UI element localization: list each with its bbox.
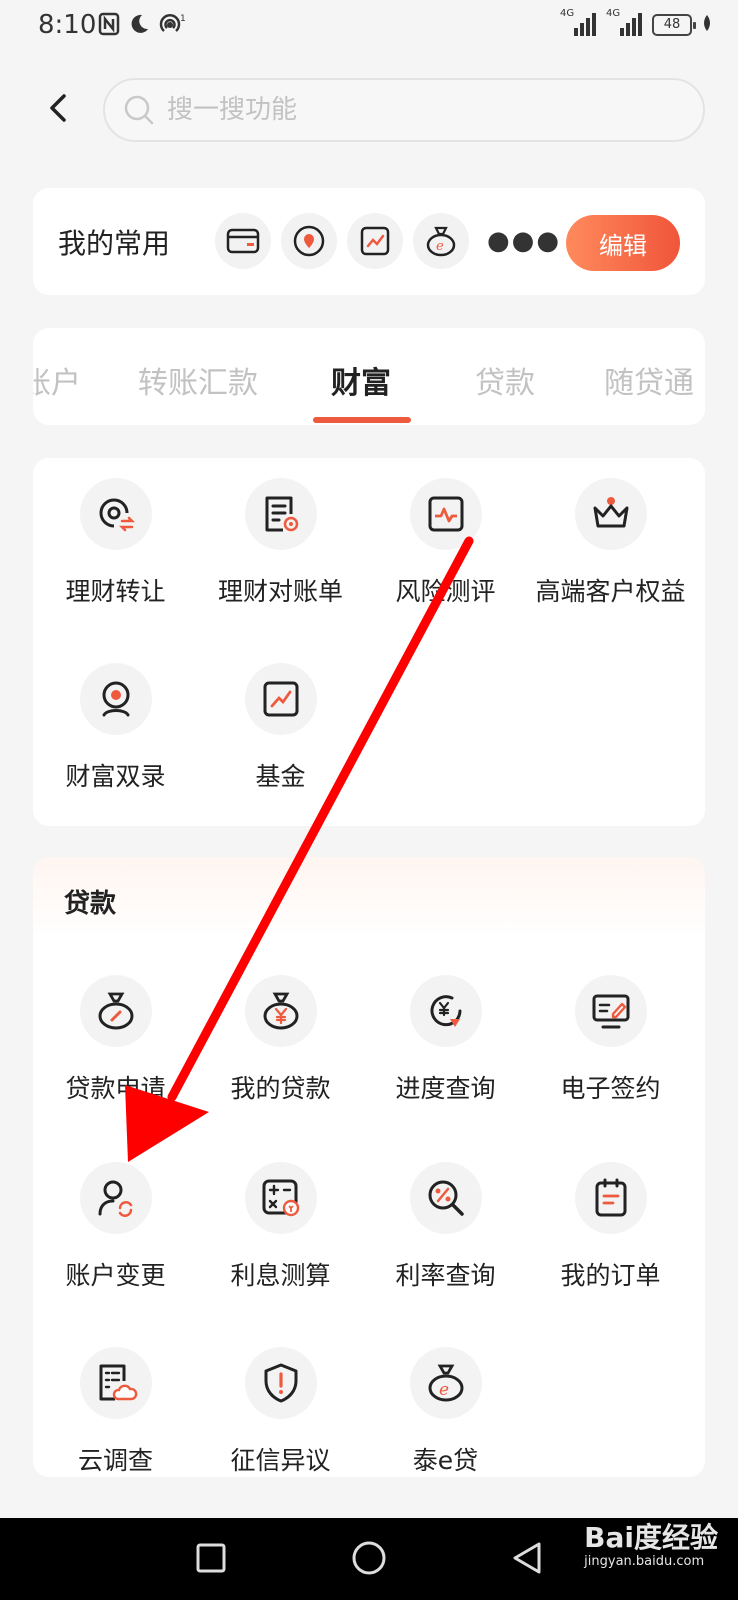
grid-item-risk-assessment[interactable]: 风险测评	[363, 478, 528, 608]
system-nav-bar: Bai度经验 jingyan.baidu.com	[0, 1518, 738, 1600]
grid-item-rate-query[interactable]: 利率查询	[363, 1162, 528, 1292]
grid-item-cloud-survey[interactable]: 云调查	[33, 1347, 198, 1477]
home-button[interactable]	[349, 1538, 389, 1578]
tab-transfer[interactable]: 转账汇款	[138, 358, 258, 402]
favorites-title: 我的常用	[58, 227, 171, 260]
search-input[interactable]	[167, 95, 647, 125]
loan-apply-icon	[79, 975, 152, 1047]
cloud-survey-icon	[79, 1347, 152, 1419]
tab-account[interactable]: 账户	[33, 358, 81, 402]
progress-icon	[409, 975, 482, 1047]
tab-wealth[interactable]: 财富	[331, 358, 391, 402]
grid-item-interest-calc[interactable]: 利息测算	[198, 1162, 363, 1292]
circle-icon	[352, 1541, 386, 1575]
category-tabs: 账户 转账汇款 财富 贷款 随贷通	[33, 328, 705, 425]
leaf-icon	[702, 14, 712, 36]
nfc-icon	[98, 12, 120, 40]
grid-item-loan-apply[interactable]: 贷款申请	[33, 975, 198, 1105]
loan-section: 贷款 贷款申请 我的贷款 进度查询 电子签约 账户变更 利息测算 利率查询 我的…	[33, 857, 705, 1477]
rate-query-icon	[409, 1162, 482, 1234]
money-bag-icon[interactable]: e	[413, 213, 469, 269]
signal-icon: 4G	[560, 8, 596, 38]
crown-icon	[574, 478, 647, 550]
location-icon[interactable]	[281, 213, 337, 269]
e-sign-icon	[574, 975, 647, 1047]
camera-record-icon	[79, 663, 152, 735]
svg-text:e: e	[436, 239, 444, 254]
grid-item-account-change[interactable]: 账户变更	[33, 1162, 198, 1292]
top-bar	[0, 74, 738, 144]
money-bag-yen-icon	[244, 975, 317, 1047]
edit-button[interactable]: 编辑	[566, 215, 680, 271]
hotspot-icon: 1	[158, 12, 188, 40]
grid-item-credit-objection[interactable]: 征信异议	[198, 1347, 363, 1477]
signal-icon: 4G	[606, 8, 642, 38]
fund-chart-icon	[244, 663, 317, 735]
section-title-loan: 贷款	[64, 889, 117, 919]
svg-text:e: e	[439, 1380, 449, 1400]
back-arrow-icon	[50, 94, 66, 122]
battery-icon: 48	[652, 14, 696, 36]
grid-item-wealth-statement[interactable]: 理财对账单	[198, 478, 363, 608]
tab-credit-line[interactable]: 随贷通	[604, 358, 694, 402]
back-nav-button[interactable]	[507, 1538, 547, 1578]
back-button[interactable]	[40, 90, 76, 126]
search-icon	[124, 95, 154, 125]
status-bar: 8:10 1 4G 4G 48	[0, 0, 738, 52]
money-bag-e-icon: e	[409, 1347, 482, 1419]
chart-icon[interactable]	[347, 213, 403, 269]
order-icon	[574, 1162, 647, 1234]
grid-item-e-sign[interactable]: 电子签约	[528, 975, 693, 1105]
favorites-card: 我的常用 e ●●● 编辑	[33, 188, 705, 295]
account-change-icon	[79, 1162, 152, 1234]
svg-text:1: 1	[180, 14, 186, 24]
grid-item-wealth-transfer[interactable]: 理财转让	[33, 478, 198, 608]
moon-icon	[128, 13, 150, 39]
statement-icon	[244, 478, 317, 550]
grid-item-my-loans[interactable]: 我的贷款	[198, 975, 363, 1105]
grid-item-progress-query[interactable]: 进度查询	[363, 975, 528, 1105]
tab-loan[interactable]: 贷款	[475, 358, 535, 402]
more-icon[interactable]: ●●●	[487, 226, 561, 256]
square-icon	[196, 1543, 226, 1573]
status-time: 8:10	[38, 10, 97, 40]
watermark: Bai度经验 jingyan.baidu.com	[584, 1521, 718, 1570]
card-icon[interactable]	[215, 213, 271, 269]
active-tab-indicator	[313, 417, 411, 423]
grid-item-tai-e-loan[interactable]: e 泰e贷	[363, 1347, 528, 1477]
grid-item-vip-benefits[interactable]: 高端客户权益	[528, 478, 693, 608]
grid-item-my-orders[interactable]: 我的订单	[528, 1162, 693, 1292]
triangle-back-icon	[513, 1542, 541, 1574]
wealth-section: 理财转让 理财对账单 风险测评 高端客户权益 财富双录 基金	[33, 458, 705, 826]
risk-assessment-icon	[409, 478, 482, 550]
shield-alert-icon	[244, 1347, 317, 1419]
grid-item-wealth-dual-record[interactable]: 财富双录	[33, 663, 198, 793]
grid-item-fund[interactable]: 基金	[198, 663, 363, 793]
calculator-icon	[244, 1162, 317, 1234]
search-bar[interactable]	[103, 78, 705, 142]
transfer-target-icon	[79, 478, 152, 550]
recents-button[interactable]	[191, 1538, 231, 1578]
